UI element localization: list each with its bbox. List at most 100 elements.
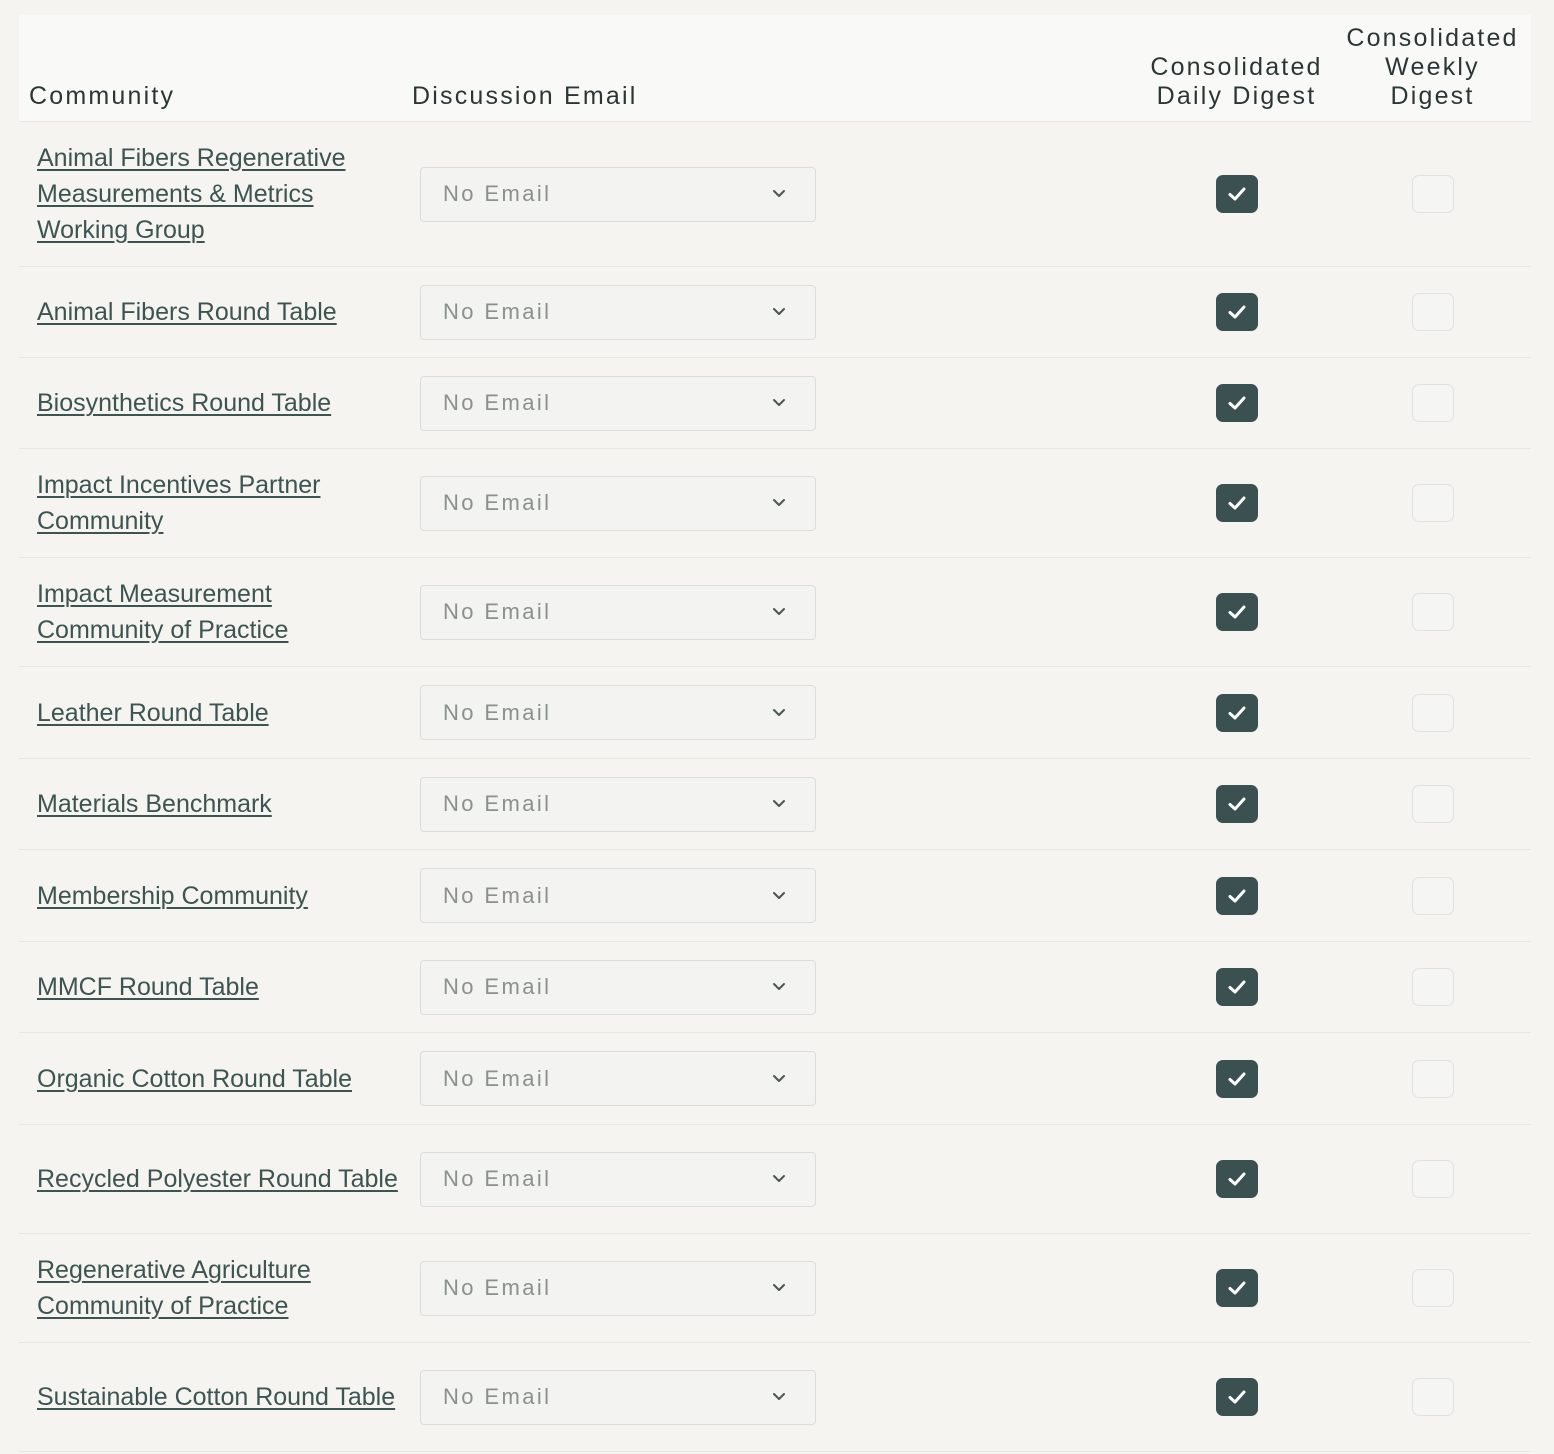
weekly-digest-checkbox[interactable] (1411, 1378, 1454, 1416)
weekly-digest-checkbox[interactable] (1411, 484, 1454, 522)
table-row: Impact Measurement Community of Practice… (19, 558, 1531, 667)
table-row: Organic Cotton Round Table No Email (19, 1033, 1531, 1125)
chevron-down-icon (773, 800, 785, 807)
community-cell: Impact Measurement Community of Practice (19, 576, 411, 648)
check-icon (1228, 797, 1245, 811)
chevron-down-icon (773, 190, 785, 197)
community-link[interactable]: Recycled Polyester Round Table (37, 1165, 398, 1193)
table-row: Biosynthetics Round Table No Email (19, 358, 1531, 449)
community-link[interactable]: Materials Benchmark (37, 790, 272, 818)
discussion-email-select[interactable]: No Email (420, 1260, 816, 1316)
daily-digest-checkbox[interactable] (1215, 1160, 1258, 1198)
daily-digest-checkbox[interactable] (1215, 1059, 1258, 1098)
daily-digest-checkbox[interactable] (1215, 968, 1258, 1006)
weekly-digest-cell (1334, 785, 1531, 823)
daily-digest-checkbox[interactable] (1215, 484, 1258, 522)
daily-digest-cell (1139, 484, 1334, 522)
daily-digest-checkbox[interactable] (1215, 593, 1258, 631)
daily-digest-cell (1139, 1378, 1334, 1416)
table-row: Materials Benchmark No Email (19, 759, 1531, 850)
discussion-email-select[interactable]: No Email (420, 868, 816, 923)
daily-digest-checkbox[interactable] (1215, 293, 1258, 331)
table-row: Recycled Polyester Round Table No Email (19, 1125, 1531, 1234)
header-weekly-digest: Consolidated Weekly Digest (1334, 24, 1531, 111)
chevron-down-icon (773, 308, 785, 315)
discussion-email-select[interactable]: No Email (420, 475, 816, 531)
header-daily-digest-line1: Consolidated (1150, 53, 1323, 81)
discussion-email-select[interactable]: No Email (420, 166, 816, 222)
community-cell: Animal Fibers Round Table (19, 294, 411, 330)
chevron-down-icon (773, 1393, 785, 1400)
community-link[interactable]: MMCF Round Table (37, 973, 259, 1001)
discussion-email-select[interactable]: No Email (420, 959, 816, 1015)
community-cell: Biosynthetics Round Table (19, 385, 411, 421)
weekly-digest-cell (1334, 1160, 1531, 1198)
discussion-email-cell: No Email (411, 868, 1139, 923)
community-link[interactable]: Animal Fibers Round Table (37, 298, 337, 326)
discussion-email-cell: No Email (411, 685, 1139, 740)
weekly-digest-cell (1334, 1378, 1531, 1416)
discussion-email-cell: No Email (411, 1151, 1139, 1207)
community-link[interactable]: Regenerative Agriculture Community of Pr… (37, 1256, 311, 1320)
daily-digest-checkbox[interactable] (1215, 693, 1258, 732)
weekly-digest-checkbox[interactable] (1411, 968, 1454, 1006)
community-link[interactable]: Impact Incentives Partner Community (37, 471, 320, 535)
weekly-digest-checkbox[interactable] (1411, 1269, 1454, 1307)
community-link[interactable]: Sustainable Cotton Round Table (37, 1383, 395, 1411)
daily-digest-checkbox[interactable] (1215, 1269, 1258, 1307)
discussion-email-value: No Email (443, 299, 552, 324)
daily-digest-checkbox[interactable] (1215, 175, 1258, 213)
weekly-digest-cell (1334, 876, 1531, 915)
weekly-digest-checkbox[interactable] (1411, 785, 1454, 823)
discussion-email-value: No Email (443, 490, 552, 515)
daily-digest-cell (1139, 876, 1334, 915)
weekly-digest-checkbox[interactable] (1411, 293, 1454, 331)
weekly-digest-checkbox[interactable] (1411, 593, 1454, 631)
check-icon (1228, 605, 1245, 619)
weekly-digest-cell (1334, 175, 1531, 213)
weekly-digest-cell (1334, 293, 1531, 331)
discussion-email-cell: No Email (411, 959, 1139, 1015)
community-cell: Regenerative Agriculture Community of Pr… (19, 1252, 411, 1324)
daily-digest-cell (1139, 384, 1334, 422)
community-link[interactable]: Organic Cotton Round Table (37, 1065, 352, 1093)
table-row: Animal Fibers Round Table No Email (19, 267, 1531, 358)
discussion-email-select[interactable]: No Email (420, 1151, 816, 1207)
weekly-digest-checkbox[interactable] (1411, 693, 1454, 732)
weekly-digest-cell (1334, 593, 1531, 631)
discussion-email-select[interactable]: No Email (420, 776, 816, 832)
check-icon (1228, 889, 1245, 902)
discussion-email-cell: No Email (411, 284, 1139, 340)
weekly-digest-checkbox[interactable] (1411, 876, 1454, 915)
community-link[interactable]: Membership Community (37, 882, 308, 910)
weekly-digest-checkbox[interactable] (1411, 1160, 1454, 1198)
chevron-down-icon (773, 708, 785, 716)
community-link[interactable]: Animal Fibers Regenerative Measurements … (37, 144, 345, 244)
community-link[interactable]: Leather Round Table (37, 699, 269, 727)
table-row: Impact Incentives Partner Community No E… (19, 449, 1531, 558)
daily-digest-checkbox[interactable] (1215, 384, 1258, 422)
discussion-email-select[interactable]: No Email (420, 584, 816, 640)
discussion-email-select[interactable]: No Email (420, 1051, 816, 1106)
discussion-email-value: No Email (443, 1384, 552, 1409)
daily-digest-checkbox[interactable] (1215, 876, 1258, 915)
daily-digest-checkbox[interactable] (1215, 785, 1258, 823)
daily-digest-cell (1139, 1059, 1334, 1098)
weekly-digest-checkbox[interactable] (1411, 175, 1454, 213)
discussion-email-cell: No Email (411, 166, 1139, 222)
daily-digest-checkbox[interactable] (1215, 1378, 1258, 1416)
discussion-email-select[interactable]: No Email (420, 375, 816, 431)
community-link[interactable]: Impact Measurement Community of Practice (37, 580, 288, 644)
table-row: Sustainable Cotton Round Table No Email (19, 1343, 1531, 1452)
weekly-digest-checkbox[interactable] (1411, 1059, 1454, 1098)
weekly-digest-cell (1334, 1269, 1531, 1307)
table-row: Regenerative Agriculture Community of Pr… (19, 1234, 1531, 1343)
check-icon (1228, 1390, 1245, 1404)
discussion-email-select[interactable]: No Email (420, 284, 816, 340)
weekly-digest-checkbox[interactable] (1411, 384, 1454, 422)
discussion-email-select[interactable]: No Email (420, 685, 816, 740)
header-community: Community (29, 82, 176, 110)
community-link[interactable]: Biosynthetics Round Table (37, 389, 331, 417)
discussion-email-select[interactable]: No Email (420, 1369, 816, 1425)
header-weekly-digest-line2: Weekly (1385, 53, 1480, 81)
